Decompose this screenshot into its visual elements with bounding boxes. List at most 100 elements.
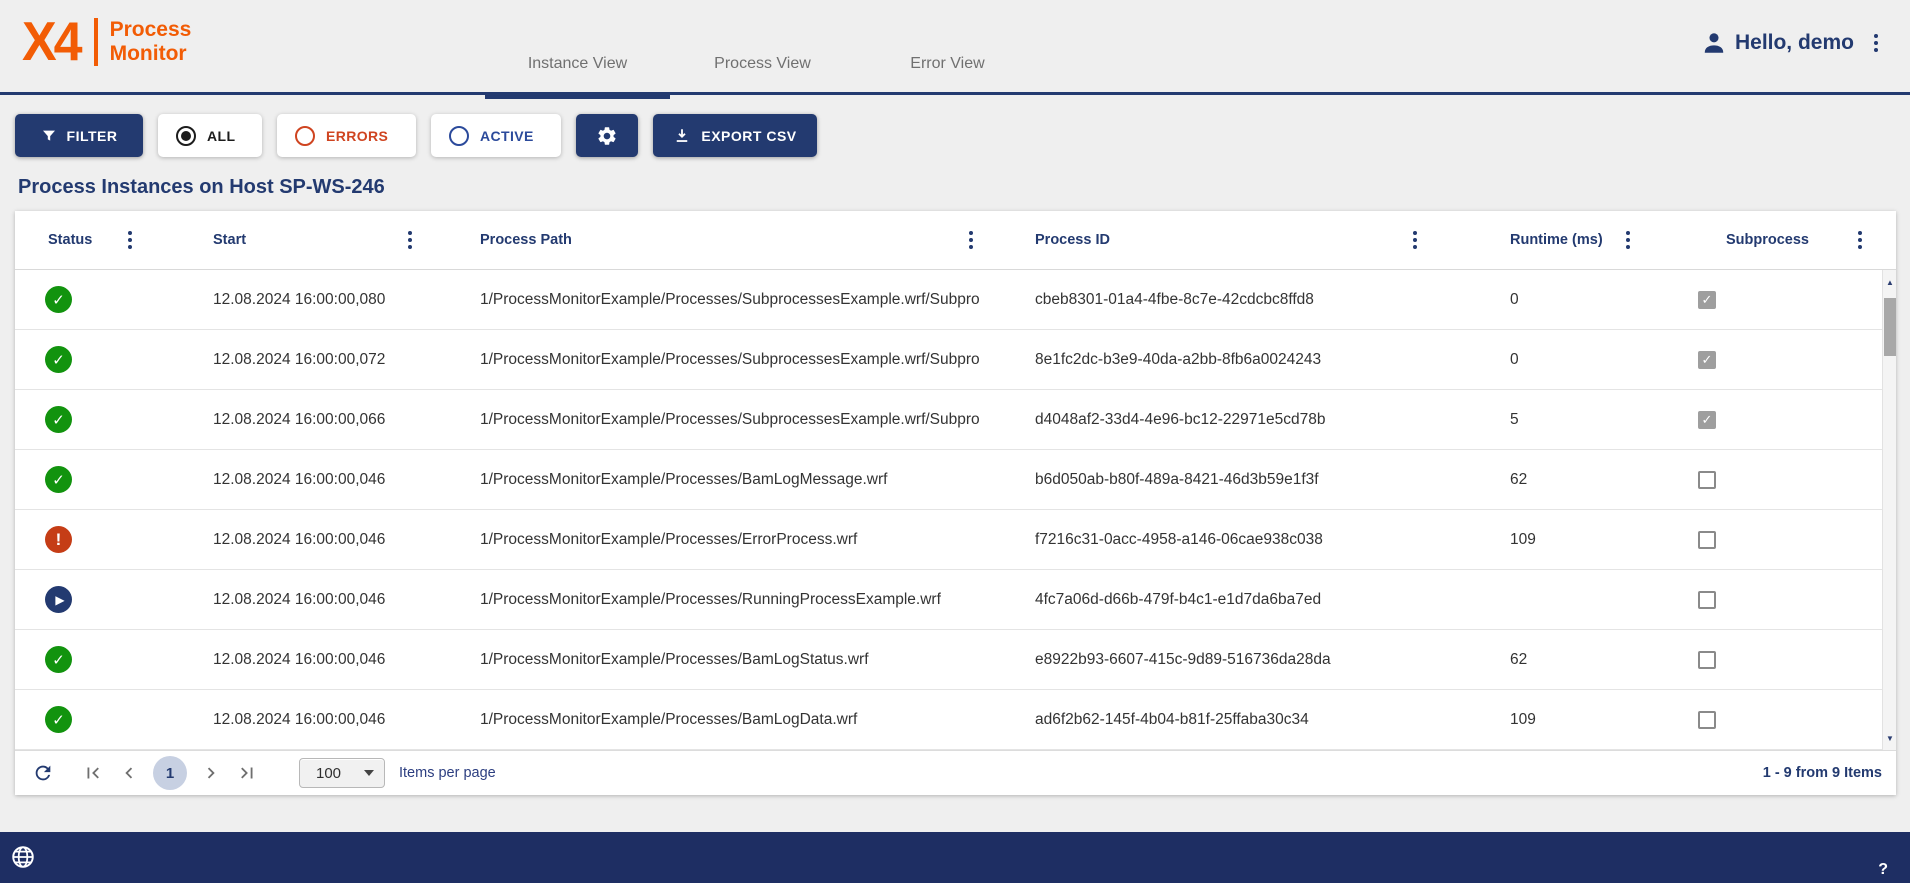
table-row[interactable]: ✓ 12.08.2024 16:00:00,046 1/ProcessMonit…: [15, 690, 1882, 750]
start-cell: 12.08.2024 16:00:00,046: [140, 651, 420, 669]
radio-all-icon: [176, 126, 196, 146]
process-id-cell: e8922b93-6607-415c-9d89-516736da28da: [981, 651, 1425, 669]
logo-separator: [94, 18, 98, 66]
scrollbar-thumb[interactable]: [1884, 298, 1896, 356]
filter-button[interactable]: FILTER: [15, 114, 143, 157]
runtime-cell: 5: [1425, 411, 1638, 429]
page-title: Process Instances on Host SP-WS-246: [18, 176, 385, 199]
tab-process-view[interactable]: Process View: [670, 55, 855, 95]
next-page-button[interactable]: [193, 755, 229, 791]
column-menu-kebab-icon[interactable]: [1626, 231, 1630, 249]
status-cell: ✓: [15, 286, 140, 313]
column-header-status[interactable]: Status: [15, 211, 140, 269]
runtime-cell: 109: [1425, 711, 1638, 729]
table-row[interactable]: ✓ 12.08.2024 16:00:00,066 1/ProcessMonit…: [15, 390, 1882, 450]
filter-toolbar: FILTER ALL ERRORS ACTIVE EXPORT CSV: [15, 114, 817, 157]
runtime-cell: 0: [1425, 291, 1638, 309]
status-cell: ✓: [15, 406, 140, 433]
column-menu-kebab-icon[interactable]: [1413, 231, 1417, 249]
subprocess-checkbox: [1698, 531, 1716, 549]
column-header-process-id[interactable]: Process ID: [981, 211, 1425, 269]
process-path-cell: 1/ProcessMonitorExample/Processes/Runnin…: [420, 591, 981, 609]
radio-active[interactable]: ACTIVE: [431, 114, 561, 157]
start-cell: 12.08.2024 16:00:00,046: [140, 531, 420, 549]
radio-errors-icon: [295, 126, 315, 146]
download-icon: [673, 127, 691, 145]
user-menu-kebab-icon[interactable]: [1874, 34, 1878, 52]
subprocess-cell: [1638, 651, 1882, 669]
table-row[interactable]: ✓ 12.08.2024 16:00:00,072 1/ProcessMonit…: [15, 330, 1882, 390]
table-row[interactable]: ✓ 12.08.2024 16:00:00,046 1/ProcessMonit…: [15, 630, 1882, 690]
process-path-cell: 1/ProcessMonitorExample/Processes/BamLog…: [420, 471, 981, 489]
process-id-cell: ad6f2b62-145f-4b04-b81f-25ffaba30c34: [981, 711, 1425, 729]
product-name: Process Monitor: [110, 18, 192, 66]
subprocess-cell: [1638, 591, 1882, 609]
table-row[interactable]: ▶ 12.08.2024 16:00:00,046 1/ProcessMonit…: [15, 570, 1882, 630]
scroll-up-icon[interactable]: ▲: [1883, 272, 1897, 292]
process-path-cell: 1/ProcessMonitorExample/Processes/Subpro…: [420, 291, 981, 309]
subprocess-cell: [1638, 471, 1882, 489]
column-header-subprocess[interactable]: Subprocess: [1638, 211, 1896, 269]
refresh-icon: [32, 762, 54, 784]
refresh-button[interactable]: [25, 755, 61, 791]
start-cell: 12.08.2024 16:00:00,080: [140, 291, 420, 309]
runtime-cell: 0: [1425, 351, 1638, 369]
process-path-cell: 1/ProcessMonitorExample/Processes/Subpro…: [420, 411, 981, 429]
user-greeting: Hello, demo: [1735, 31, 1854, 55]
runtime-cell: 62: [1425, 651, 1638, 669]
start-cell: 12.08.2024 16:00:00,046: [140, 711, 420, 729]
start-cell: 12.08.2024 16:00:00,072: [140, 351, 420, 369]
scroll-down-icon[interactable]: ▼: [1883, 728, 1897, 748]
help-button[interactable]: ?: [1878, 861, 1888, 879]
table-header-row: Status Start Process Path Process ID Run…: [15, 211, 1896, 270]
success-status-icon: ✓: [45, 706, 72, 733]
runtime-cell: 109: [1425, 531, 1638, 549]
export-csv-button[interactable]: EXPORT CSV: [653, 114, 817, 157]
radio-errors[interactable]: ERRORS: [277, 114, 416, 157]
previous-page-button[interactable]: [111, 755, 147, 791]
running-status-icon: ▶: [45, 586, 72, 613]
subprocess-cell: [1638, 711, 1882, 729]
user-icon: [1701, 30, 1727, 56]
status-cell: ✓: [15, 706, 140, 733]
settings-button[interactable]: [576, 114, 638, 157]
subprocess-checkbox: [1698, 711, 1716, 729]
column-menu-kebab-icon[interactable]: [408, 231, 412, 249]
runtime-cell: 62: [1425, 471, 1638, 489]
success-status-icon: ✓: [45, 646, 72, 673]
radio-all[interactable]: ALL: [158, 114, 262, 157]
column-header-start[interactable]: Start: [140, 211, 420, 269]
language-globe-icon[interactable]: [10, 844, 36, 870]
process-id-cell: b6d050ab-b80f-489a-8421-46d3b59e1f3f: [981, 471, 1425, 489]
items-per-page-label: Items per page: [399, 765, 496, 781]
status-cell: ✓: [15, 466, 140, 493]
filter-funnel-icon: [41, 128, 57, 144]
last-page-button[interactable]: [229, 755, 265, 791]
column-menu-kebab-icon[interactable]: [969, 231, 973, 249]
footer-bar: ?: [0, 832, 1910, 883]
tab-error-view[interactable]: Error View: [855, 55, 1040, 95]
tab-instance-view[interactable]: Instance View: [485, 55, 670, 95]
item-range-label: 1 - 9 from 9 Items: [1763, 765, 1882, 781]
page-size-select[interactable]: 100: [299, 758, 385, 788]
chevron-left-icon: [118, 762, 140, 784]
table-row[interactable]: ✓ 12.08.2024 16:00:00,046 1/ProcessMonit…: [15, 450, 1882, 510]
process-path-cell: 1/ProcessMonitorExample/Processes/BamLog…: [420, 651, 981, 669]
process-instances-table: Status Start Process Path Process ID Run…: [15, 211, 1896, 795]
start-cell: 12.08.2024 16:00:00,046: [140, 591, 420, 609]
subprocess-cell: [1638, 411, 1882, 429]
column-menu-kebab-icon[interactable]: [1858, 231, 1862, 249]
column-menu-kebab-icon[interactable]: [128, 231, 132, 249]
column-header-runtime[interactable]: Runtime (ms): [1425, 211, 1638, 269]
vertical-scrollbar[interactable]: ▲ ▼: [1882, 270, 1896, 750]
radio-active-icon: [449, 126, 469, 146]
subprocess-checkbox: [1698, 471, 1716, 489]
top-bar: X4 Process Monitor Instance View Process…: [0, 0, 1910, 95]
first-page-button[interactable]: [75, 755, 111, 791]
column-header-process-path[interactable]: Process Path: [420, 211, 981, 269]
error-status-icon: !: [45, 526, 72, 553]
table-row[interactable]: ✓ 12.08.2024 16:00:00,080 1/ProcessMonit…: [15, 270, 1882, 330]
page-number-button[interactable]: 1: [153, 756, 187, 790]
process-id-cell: 8e1fc2dc-b3e9-40da-a2bb-8fb6a0024243: [981, 351, 1425, 369]
table-row[interactable]: ! 12.08.2024 16:00:00,046 1/ProcessMonit…: [15, 510, 1882, 570]
